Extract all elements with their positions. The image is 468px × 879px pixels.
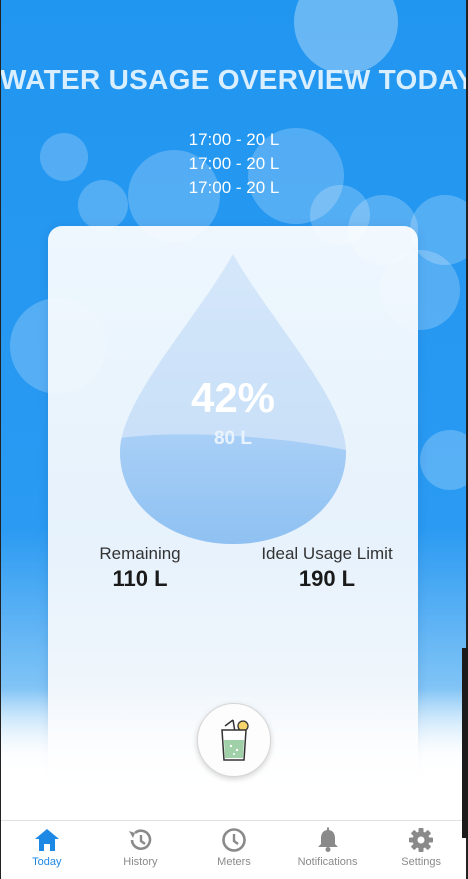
usage-log-entry: 17:00 - 20 L [188, 130, 280, 149]
drink-glass-icon [221, 719, 249, 761]
water-fill [120, 434, 346, 544]
nav-history-label: History [123, 856, 158, 868]
water-drop-gauge: 42% 80 L [120, 250, 346, 546]
nav-settings[interactable]: Settings [374, 821, 468, 879]
background-bubble [420, 430, 468, 490]
remaining-stat: Remaining 110 L [78, 544, 202, 592]
bottom-navigation: Today History Meters Notifications Setti… [0, 820, 468, 879]
bell-icon [317, 827, 338, 852]
water-usage-screen: WATER USAGE OVERVIEW TODAY 17:00 - 20 L … [0, 0, 468, 879]
device-frame-left [0, 0, 1, 879]
clock-icon [222, 828, 246, 852]
page-title: WATER USAGE OVERVIEW TODAY [0, 64, 468, 95]
device-side-button [462, 648, 468, 838]
remaining-value: 110 L [112, 566, 168, 591]
usage-log: 17:00 - 20 L 17:00 - 20 L 17:00 - 20 L [0, 128, 468, 200]
usage-log-entry: 17:00 - 20 L [188, 178, 280, 197]
nav-notifications[interactable]: Notifications [281, 821, 375, 879]
nav-meters[interactable]: Meters [187, 821, 281, 879]
nav-settings-label: Settings [401, 856, 442, 868]
remaining-label: Remaining [99, 544, 181, 563]
usage-percent: 42% [190, 374, 276, 421]
usage-volume: 80 L [213, 428, 253, 449]
history-icon [129, 829, 152, 850]
gear-icon [409, 828, 434, 852]
nav-history[interactable]: History [94, 821, 188, 879]
nav-meters-label: Meters [217, 856, 251, 868]
nav-today-label: Today [32, 856, 62, 868]
home-icon [34, 829, 59, 851]
limit-stat: Ideal Usage Limit 190 L [256, 544, 398, 592]
add-drink-button[interactable] [197, 703, 271, 777]
limit-value: 190 L [298, 566, 356, 591]
nav-notifications-label: Notifications [297, 856, 358, 868]
nav-today[interactable]: Today [0, 821, 94, 879]
usage-log-entry: 17:00 - 20 L [188, 154, 280, 173]
background-bubble [294, 0, 398, 74]
limit-label: Ideal Usage Limit [261, 544, 393, 563]
